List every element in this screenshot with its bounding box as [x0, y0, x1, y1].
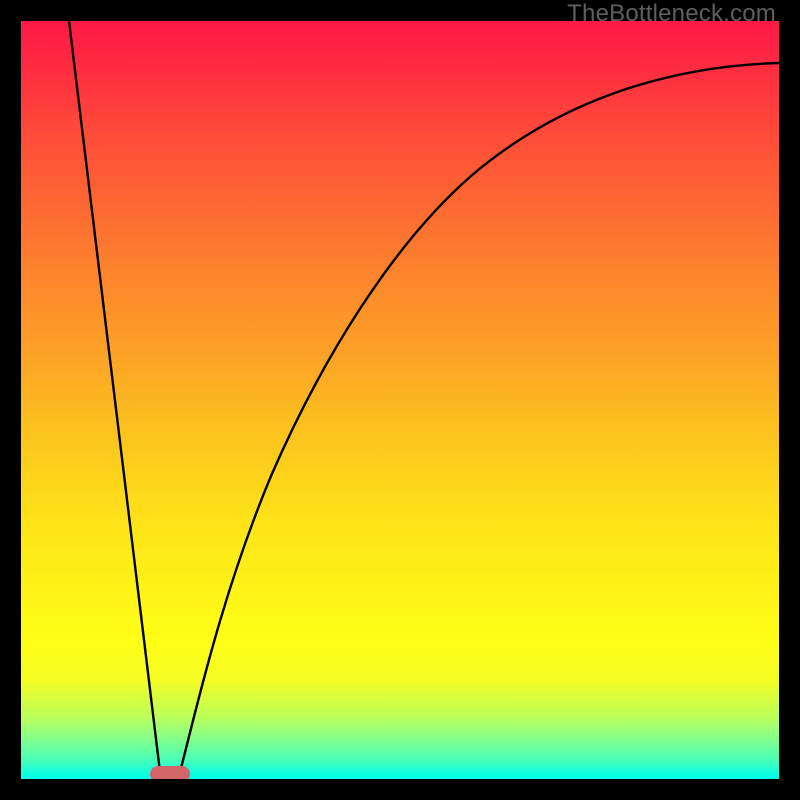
- chart-curves: [21, 21, 779, 779]
- left-descent-line: [69, 21, 160, 772]
- right-ascent-curve: [180, 63, 779, 772]
- dip-marker: [150, 766, 190, 779]
- chart-frame: [21, 21, 779, 779]
